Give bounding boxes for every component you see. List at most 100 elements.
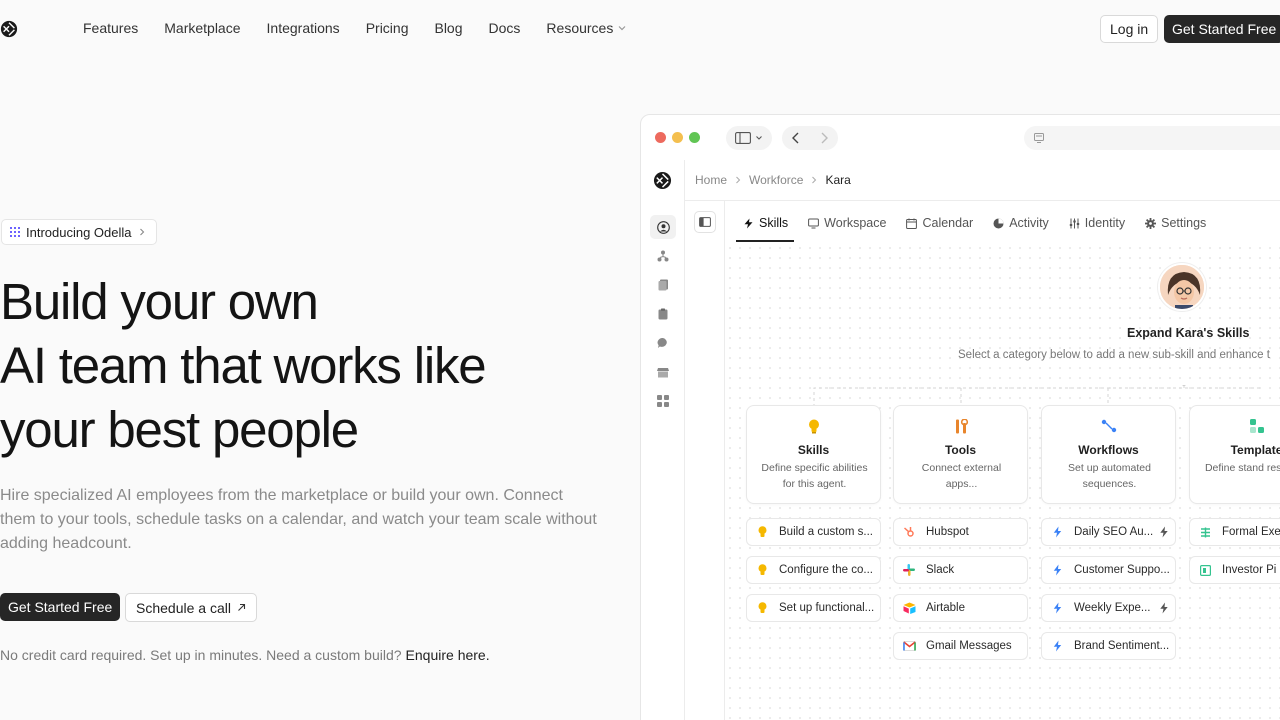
- skill-item-label: Configure the co...: [779, 564, 873, 576]
- minimize-window-icon[interactable]: [672, 132, 683, 143]
- template-icon: [1249, 418, 1265, 434]
- template-item-icon: [1196, 523, 1214, 541]
- skill-item-label: Build a custom s...: [779, 526, 873, 538]
- tab-calendar[interactable]: Calendar: [900, 211, 979, 235]
- back-arrow-icon[interactable]: [791, 132, 801, 144]
- breadcrumb-home[interactable]: Home: [695, 173, 727, 187]
- workflow-icon: [1101, 418, 1117, 434]
- rail-chat-icon[interactable]: [653, 333, 673, 353]
- tool-item[interactable]: Gmail Messages: [893, 632, 1028, 660]
- app-window-preview: Home Workforce Kara Skills Workspace Cal…: [640, 114, 1280, 720]
- rail-org-icon[interactable]: [653, 246, 673, 266]
- sidebar-toggle-button[interactable]: [726, 126, 772, 150]
- address-bar[interactable]: [1024, 126, 1280, 150]
- odella-logo-icon[interactable]: [0, 20, 18, 38]
- grid-dots-icon: [10, 227, 20, 237]
- announcement-pill[interactable]: Introducing Odella: [1, 219, 157, 245]
- tab-activity[interactable]: Activity: [987, 211, 1055, 235]
- workflow-item[interactable]: Daily SEO Au...: [1041, 518, 1176, 546]
- calendar-icon: [906, 218, 918, 229]
- workflow-item[interactable]: Brand Sentiment...: [1041, 632, 1176, 660]
- headline-line: your best people: [0, 401, 359, 458]
- rail-docs-icon[interactable]: [653, 275, 673, 295]
- workflow-item-label: Weekly Expe...: [1074, 602, 1151, 614]
- nav-link-pricing[interactable]: Pricing: [366, 20, 409, 36]
- tab-label: Activity: [1009, 216, 1049, 230]
- schedule-call-button[interactable]: Schedule a call: [125, 593, 257, 622]
- tool-item-label: Gmail Messages: [926, 640, 1012, 652]
- tab-label: Settings: [1161, 216, 1207, 230]
- bolt-icon: [1048, 637, 1066, 655]
- get-started-hero-button[interactable]: Get Started Free: [0, 593, 121, 621]
- chevron-right-icon: [139, 228, 144, 236]
- nav-link-integrations[interactable]: Integrations: [267, 20, 340, 36]
- get-started-nav-button[interactable]: Get Started Free: [1164, 15, 1280, 43]
- tool-item-label: Slack: [926, 564, 955, 576]
- bolt-icon: [1048, 561, 1066, 579]
- gmail-icon: [900, 637, 918, 655]
- breadcrumb: Home Workforce Kara: [695, 173, 851, 187]
- rail-store-icon[interactable]: [653, 362, 673, 382]
- tool-item[interactable]: Slack: [893, 556, 1028, 584]
- tab-label: Skills: [759, 216, 789, 230]
- nav-link-features[interactable]: Features: [83, 20, 138, 36]
- category-card-skills[interactable]: Skills Define specific abilities for thi…: [746, 405, 881, 504]
- slack-icon: [900, 561, 918, 579]
- skill-item[interactable]: Configure the co...: [746, 556, 881, 584]
- rail-clipboard-icon[interactable]: [653, 304, 673, 324]
- chevron-right-icon: [812, 176, 817, 184]
- rail-user-icon[interactable]: [650, 215, 676, 239]
- close-window-icon[interactable]: [655, 132, 666, 143]
- hero-note: No credit card required. Set up in minut…: [0, 647, 490, 663]
- nav-link-resources-label: Resources: [546, 20, 614, 36]
- workflow-item[interactable]: Customer Suppo...: [1041, 556, 1176, 584]
- skill-item[interactable]: Set up functional...: [746, 594, 881, 622]
- nav-link-resources[interactable]: Resources: [546, 20, 627, 36]
- odella-logo-icon[interactable]: [653, 171, 672, 190]
- nav-link-blog[interactable]: Blog: [434, 20, 462, 36]
- nav-link-marketplace[interactable]: Marketplace: [164, 20, 240, 36]
- workflow-item-label: Customer Suppo...: [1074, 564, 1170, 576]
- app-icon-rail: [641, 160, 685, 720]
- maximize-window-icon[interactable]: [689, 132, 700, 143]
- tab-identity[interactable]: Identity: [1063, 211, 1131, 235]
- top-nav: Features Marketplace Integrations Pricin…: [0, 0, 1280, 58]
- tool-item[interactable]: Hubspot: [893, 518, 1028, 546]
- tab-workspace[interactable]: Workspace: [802, 211, 892, 235]
- arrow-up-right-icon: [238, 603, 246, 611]
- category-card-template[interactable]: Template Define stand response: [1189, 405, 1280, 504]
- schedule-call-label: Schedule a call: [136, 599, 231, 616]
- template-item[interactable]: Investor Pi: [1189, 556, 1280, 584]
- lightbulb-icon: [753, 523, 771, 541]
- card-description: Define specific abilities for this agent…: [761, 462, 868, 490]
- login-button[interactable]: Log in: [1100, 15, 1159, 43]
- rail-grid-icon[interactable]: [653, 391, 673, 411]
- category-card-workflows[interactable]: Workflows Set up automated sequences.: [1041, 405, 1176, 504]
- hubspot-icon: [900, 523, 918, 541]
- skill-item[interactable]: Build a custom s...: [746, 518, 881, 546]
- card-title: Skills: [797, 443, 830, 457]
- tab-skills[interactable]: Skills: [737, 211, 794, 235]
- tab-settings[interactable]: Settings: [1139, 211, 1212, 235]
- agent-avatar: [1158, 263, 1206, 311]
- lightbulb-icon: [806, 418, 822, 434]
- template-item[interactable]: Formal Exe: [1189, 518, 1280, 546]
- sidebar-icon: [735, 132, 751, 144]
- panel-toggle-button[interactable]: [694, 211, 716, 233]
- nav-link-docs[interactable]: Docs: [489, 20, 521, 36]
- page-icon: [1034, 133, 1044, 143]
- tool-item[interactable]: Airtable: [893, 594, 1028, 622]
- hero-subtitle: Hire specialized AI employees from the m…: [0, 487, 597, 552]
- tools-icon: [953, 418, 969, 434]
- history-nav: [782, 126, 838, 150]
- breadcrumb-workforce[interactable]: Workforce: [749, 173, 803, 187]
- tool-item-label: Airtable: [926, 602, 965, 614]
- template-item-label: Formal Exe: [1222, 526, 1280, 538]
- card-description: Set up automated sequences.: [1068, 462, 1151, 490]
- nav-links: Features Marketplace Integrations Pricin…: [83, 20, 653, 36]
- forward-arrow-icon[interactable]: [819, 132, 829, 144]
- enquire-link[interactable]: Enquire here.: [406, 647, 490, 663]
- card-title: Workflows: [1078, 443, 1139, 457]
- category-card-tools[interactable]: Tools Connect external apps...: [893, 405, 1028, 504]
- workflow-item[interactable]: Weekly Expe...: [1041, 594, 1176, 622]
